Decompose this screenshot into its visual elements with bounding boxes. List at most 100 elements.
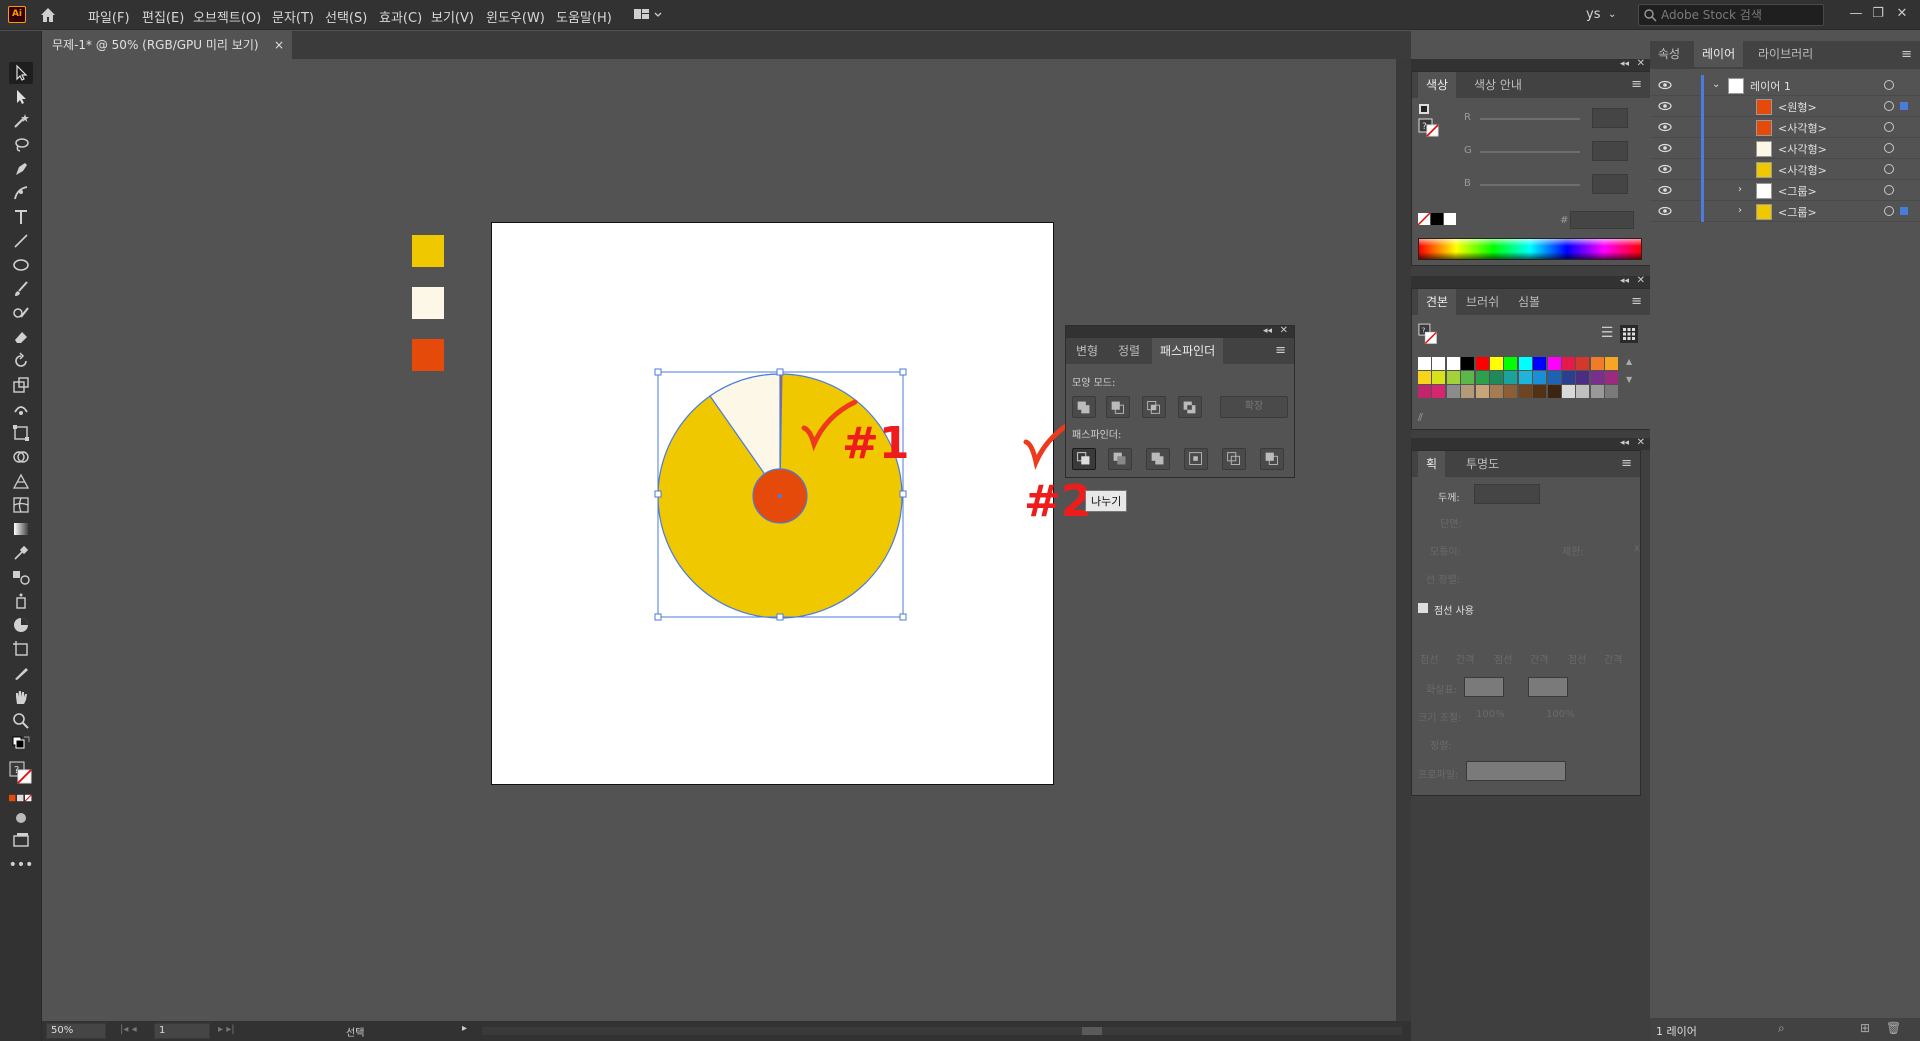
- color-gradient-none-icon[interactable]: [9, 791, 33, 805]
- warp-tool-icon[interactable]: [9, 398, 33, 420]
- horizontal-scroll-thumb[interactable]: [1082, 1027, 1102, 1035]
- menu-help[interactable]: 도움말(H): [556, 7, 612, 26]
- swatch[interactable]: [1475, 385, 1489, 398]
- swatches-fill-stroke-icon[interactable]: ?: [1418, 323, 1440, 352]
- grid-view-icon[interactable]: [1620, 325, 1638, 343]
- intersect-icon[interactable]: [1142, 396, 1166, 418]
- trim-icon[interactable]: [1108, 448, 1132, 470]
- visibility-eye-icon[interactable]: [1658, 184, 1672, 198]
- swatch[interactable]: [1461, 357, 1475, 370]
- target-circle-icon[interactable]: [1884, 206, 1894, 216]
- color-fill-stroke-icon[interactable]: ?: [1418, 103, 1442, 140]
- r-value-field[interactable]: [1592, 108, 1628, 128]
- vertical-scrollbar[interactable]: [1396, 59, 1411, 1021]
- layer-name[interactable]: <사각형>: [1778, 141, 1827, 157]
- tab-swatches[interactable]: 견본: [1418, 289, 1457, 315]
- page-nav-icon[interactable]: |◂ ◂: [120, 1024, 137, 1035]
- unite-icon[interactable]: [1072, 396, 1096, 418]
- g-slider[interactable]: [1480, 151, 1580, 153]
- tab-libraries[interactable]: 라이브러리: [1750, 41, 1821, 67]
- swatch[interactable]: [1562, 385, 1575, 398]
- document-tab[interactable]: 무제-1* @ 50% (RGB/GPU 미리 보기) ×: [42, 31, 292, 59]
- visibility-eye-icon[interactable]: [1658, 142, 1672, 156]
- orange-swatch-square[interactable]: [412, 339, 444, 371]
- tab-transform[interactable]: 변형: [1068, 338, 1106, 364]
- user-chevron-icon[interactable]: ⌄: [1608, 9, 1616, 20]
- drawing-mode-icon[interactable]: [9, 809, 33, 827]
- horizontal-scrollbar[interactable]: [482, 1027, 1402, 1035]
- swatch[interactable]: [1562, 357, 1575, 370]
- delete-layer-icon[interactable]: 🗑: [1886, 1021, 1901, 1035]
- b-value-field[interactable]: [1592, 174, 1628, 194]
- menu-select[interactable]: 선택(S): [325, 7, 367, 26]
- swatch[interactable]: [1605, 357, 1619, 370]
- tab-color-guide[interactable]: 색상 안내: [1466, 72, 1530, 98]
- layer-row[interactable]: <사각형>: [1650, 117, 1920, 138]
- swatch[interactable]: [1490, 385, 1503, 398]
- hex-field[interactable]: [1570, 211, 1634, 229]
- crop-icon[interactable]: [1184, 448, 1208, 470]
- swatch[interactable]: [1461, 385, 1475, 398]
- curvature-tool-icon[interactable]: [9, 182, 33, 204]
- eyedropper-tool-icon[interactable]: [9, 542, 33, 564]
- swatch-scroll-icon[interactable]: ▲ ▼: [1626, 357, 1632, 384]
- symbol-sprayer-tool-icon[interactable]: [9, 590, 33, 612]
- target-circle-icon[interactable]: [1884, 143, 1894, 153]
- page-nav-next-icon[interactable]: ▸ ▸|: [218, 1024, 235, 1035]
- stroke-menu-icon[interactable]: ≡: [1621, 456, 1632, 471]
- home-icon[interactable]: [38, 5, 58, 25]
- swatch[interactable]: [1605, 371, 1619, 384]
- layer-name[interactable]: 레이어 1: [1750, 78, 1791, 94]
- layer-row[interactable]: › <그룹>: [1650, 201, 1920, 222]
- swatches-close-icon[interactable]: ✕: [1637, 275, 1645, 286]
- minimize-icon[interactable]: —: [1846, 4, 1866, 24]
- swatch[interactable]: [1562, 371, 1575, 384]
- swatch[interactable]: [1475, 357, 1489, 370]
- default-colors-icon[interactable]: [9, 736, 33, 753]
- eraser-tool-icon[interactable]: [9, 326, 33, 348]
- layers-menu-icon[interactable]: ≡: [1901, 47, 1912, 62]
- divide-icon[interactable]: [1072, 448, 1096, 470]
- swatch[interactable]: [1490, 371, 1503, 384]
- color-panel-menu-icon[interactable]: ≡: [1631, 77, 1642, 92]
- layers-search-icon[interactable]: ⌕: [1778, 1021, 1785, 1036]
- none-black-white-icon[interactable]: [1417, 212, 1458, 228]
- more-tools-icon[interactable]: •••: [9, 857, 34, 873]
- expand-chevron-icon[interactable]: ⌄: [1712, 79, 1720, 90]
- column-graph-tool-icon[interactable]: [9, 614, 33, 636]
- swatch[interactable]: [1533, 371, 1547, 384]
- menu-effect[interactable]: 효과(C): [379, 7, 422, 26]
- swatch[interactable]: [1605, 385, 1619, 398]
- tab-align[interactable]: 정렬: [1110, 338, 1148, 364]
- stock-search-input[interactable]: Adobe Stock 검색: [1638, 4, 1824, 26]
- swatch[interactable]: [1446, 371, 1460, 384]
- document-close-icon[interactable]: ×: [274, 31, 284, 59]
- swatch-footer-icons[interactable]: ⫽: [1418, 411, 1646, 427]
- expand-chevron-icon[interactable]: ›: [1738, 205, 1742, 216]
- visibility-eye-icon[interactable]: [1658, 163, 1672, 177]
- tab-stroke[interactable]: 획: [1418, 451, 1446, 477]
- lasso-tool-icon[interactable]: [9, 134, 33, 156]
- swatch[interactable]: [1432, 371, 1446, 384]
- arrow-end-select[interactable]: [1528, 677, 1568, 697]
- swatch[interactable]: [1461, 371, 1475, 384]
- visibility-eye-icon[interactable]: [1658, 121, 1672, 135]
- cream-swatch-square[interactable]: [412, 287, 444, 319]
- swatch[interactable]: [1576, 357, 1590, 370]
- visibility-eye-icon[interactable]: [1658, 205, 1672, 219]
- minus-front-icon[interactable]: [1106, 396, 1130, 418]
- target-circle-icon[interactable]: [1884, 185, 1894, 195]
- blend-tool-icon[interactable]: [9, 566, 33, 588]
- b-slider[interactable]: [1480, 184, 1580, 186]
- weight-field[interactable]: [1474, 484, 1540, 504]
- perspective-grid-tool-icon[interactable]: [9, 470, 33, 492]
- tab-brushes[interactable]: 브러쉬: [1458, 289, 1507, 315]
- swatch[interactable]: [1518, 371, 1532, 384]
- swatch[interactable]: [1590, 371, 1604, 384]
- restore-icon[interactable]: ❐: [1868, 4, 1888, 24]
- panel-close-icon[interactable]: ✕: [1280, 325, 1288, 336]
- slice-tool-icon[interactable]: [9, 662, 33, 684]
- layer-name[interactable]: <그룹>: [1778, 183, 1817, 199]
- layer-name[interactable]: <사각형>: [1778, 162, 1827, 178]
- swatch[interactable]: [1475, 371, 1489, 384]
